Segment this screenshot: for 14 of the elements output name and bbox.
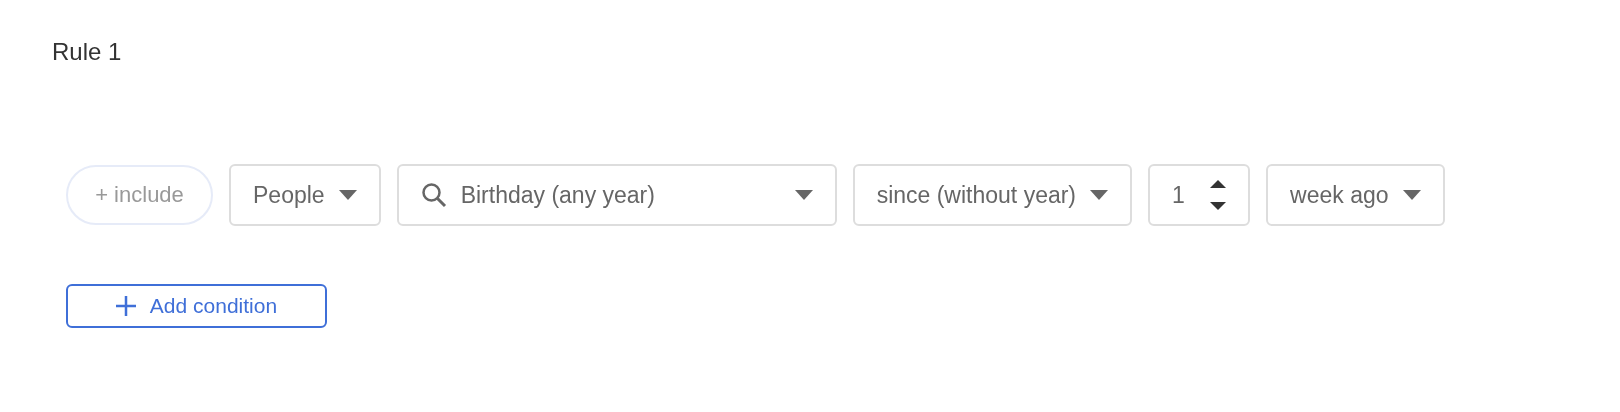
- rule-title: Rule 1: [52, 38, 123, 66]
- caret-icon: [1402, 190, 1421, 200]
- search-icon: [420, 182, 447, 208]
- caret-icon: [1090, 190, 1109, 200]
- number-field[interactable]: 1: [1148, 164, 1251, 226]
- dropdown[interactable]: since (without year): [852, 164, 1133, 226]
- stepper-icon[interactable]: [1210, 180, 1227, 210]
- search-dropdown[interactable]: Birthday (any year): [396, 164, 837, 226]
- add-condition-button[interactable]: Add condition: [66, 284, 327, 328]
- dropdown[interactable]: People: [229, 164, 381, 226]
- caret-icon: [794, 190, 813, 200]
- plus-icon: [115, 296, 136, 316]
- caret-icon: [338, 190, 357, 200]
- dropdown[interactable]: week ago: [1266, 164, 1445, 226]
